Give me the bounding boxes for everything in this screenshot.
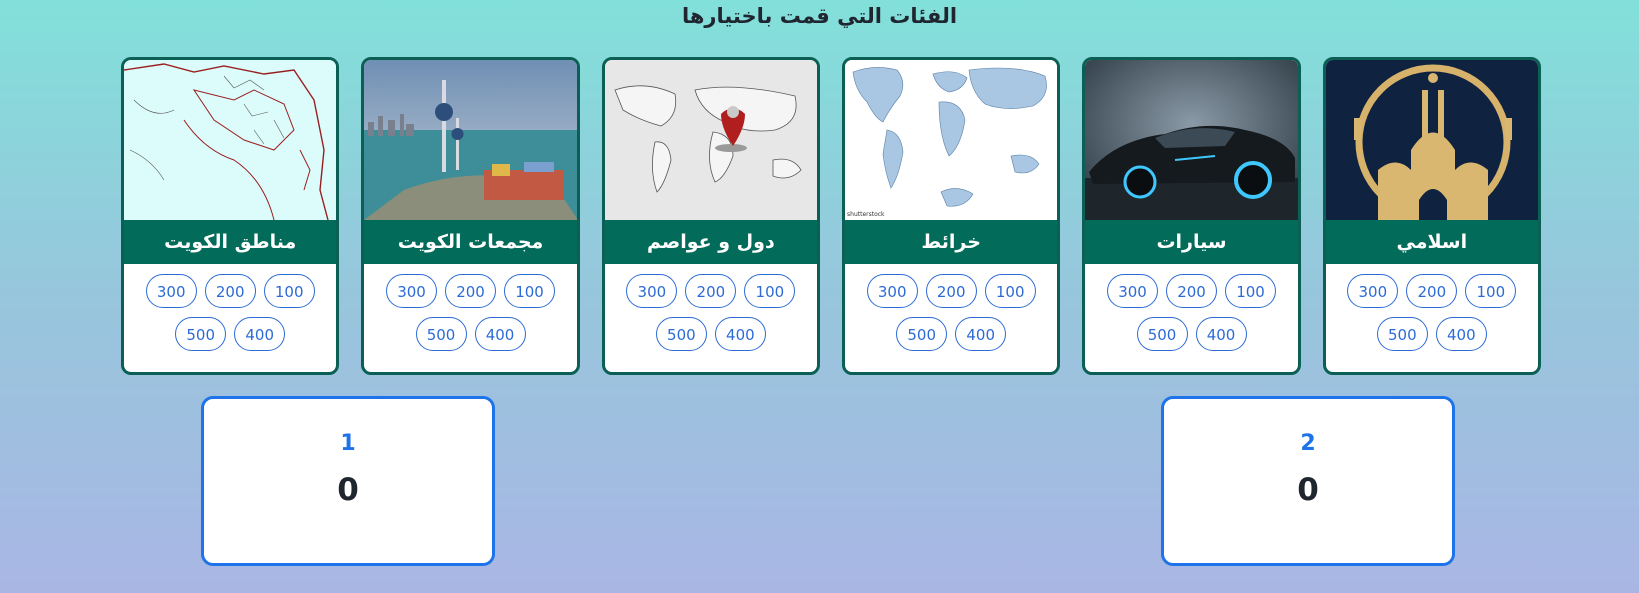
value-400-button[interactable]: 400 [474,317,526,351]
value-200-button[interactable]: 200 [1406,274,1458,308]
value-100-button[interactable]: 100 [984,274,1036,308]
category-card-kuwait-malls: مجمعات الكويت 100 200 300 400 500 [361,57,580,375]
value-200-button[interactable]: 200 [204,274,256,308]
mosque-emblem-image [1325,60,1538,220]
map-pin-image [604,60,818,220]
kuwait-towers-image [364,60,577,220]
value-500-button[interactable]: 500 [896,317,948,351]
value-100-button[interactable]: 100 [1225,274,1277,308]
value-500-button[interactable]: 500 [1136,317,1188,351]
value-200-button[interactable]: 200 [685,274,737,308]
value-100-button[interactable]: 100 [744,274,796,308]
card-title-kuwait-areas: مناطق الكويت [124,220,337,264]
value-200-button[interactable]: 200 [445,274,497,308]
value-100-button[interactable]: 100 [263,274,315,308]
value-500-button[interactable]: 500 [415,317,467,351]
category-card-islamic: اسلامي 100 200 300 400 500 [1322,57,1541,375]
card-title-cars: سيارات [1085,220,1298,264]
team-1-score-card: 1 0 [201,396,495,566]
value-300-button[interactable]: 300 [386,274,438,308]
value-500-button[interactable]: 500 [1376,317,1428,351]
category-cards: اسلامي 100 200 300 400 500 سيارات 100 20… [121,57,1541,375]
shutterstock-watermark: shutterstock [847,211,885,218]
category-card-cars: سيارات 100 200 300 400 500 [1082,57,1301,375]
value-500-button[interactable]: 500 [175,317,227,351]
value-400-button[interactable]: 400 [1195,317,1247,351]
value-400-button[interactable]: 400 [1435,317,1487,351]
value-200-button[interactable]: 200 [1166,274,1218,308]
value-300-button[interactable]: 300 [145,274,197,308]
value-400-button[interactable]: 400 [955,317,1007,351]
value-400-button[interactable]: 400 [234,317,286,351]
value-400-button[interactable]: 400 [714,317,766,351]
value-300-button[interactable]: 300 [1107,274,1159,308]
sports-car-image [1085,60,1298,220]
kuwait-areas-map-image [124,60,337,220]
card-title-kuwait-malls: مجمعات الكويت [364,220,577,264]
card-title-islamic: اسلامي [1325,220,1538,264]
team-score: 0 [1297,472,1319,508]
category-card-maps: shutterstock خرائط 100 200 300 400 500 [842,57,1061,375]
value-100-button[interactable]: 100 [1465,274,1517,308]
team-name: 1 [340,431,356,456]
team-name: 2 [1300,431,1316,456]
team-2-score-card: 2 0 [1161,396,1455,566]
card-title-maps: خرائط [845,220,1058,264]
value-300-button[interactable]: 300 [866,274,918,308]
card-title-countries-capitals: دول و عواصم [604,220,818,264]
category-card-kuwait-areas: مناطق الكويت 100 200 300 400 500 [121,57,340,375]
world-map-image: shutterstock [845,60,1058,220]
team-score: 0 [337,472,359,508]
category-card-countries-capitals: دول و عواصم 100 200 300 400 500 [601,57,821,375]
value-300-button[interactable]: 300 [1347,274,1399,308]
value-200-button[interactable]: 200 [925,274,977,308]
value-100-button[interactable]: 100 [504,274,556,308]
value-500-button[interactable]: 500 [655,317,707,351]
value-300-button[interactable]: 300 [626,274,678,308]
page-title: الفئات التي قمت باختيارها [681,4,958,28]
